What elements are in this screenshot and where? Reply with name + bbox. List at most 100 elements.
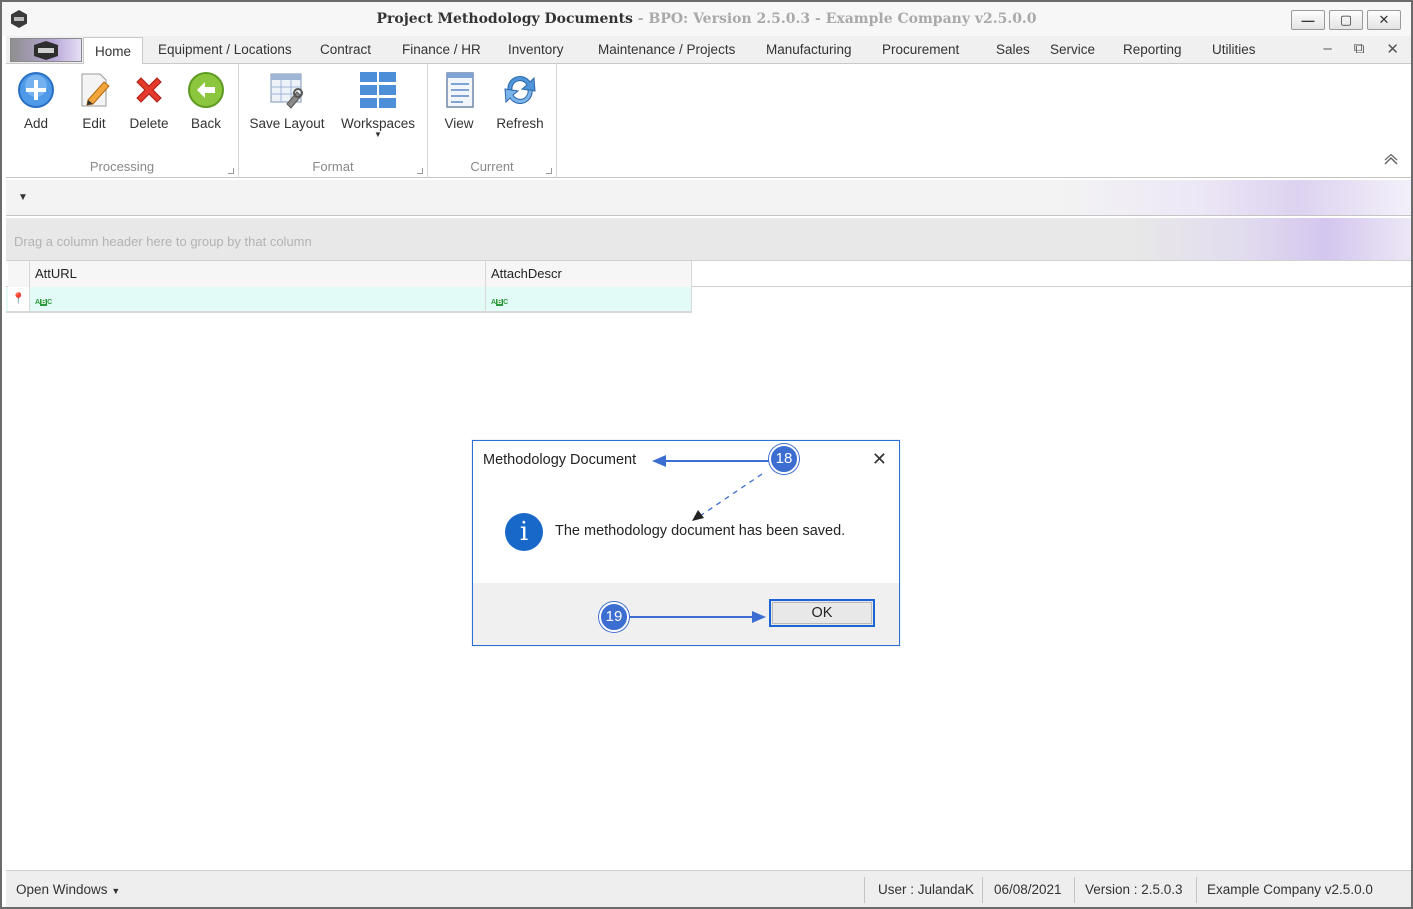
dialog-title: Methodology Document [483, 452, 637, 468]
mdi-restore-icon[interactable]: ⧉ [1354, 40, 1365, 58]
status-separator [864, 877, 865, 903]
group-by-hint: Drag a column header here to group by th… [14, 234, 312, 249]
dialog-message: The methodology document has been saved. [555, 523, 846, 539]
status-user: User : JulandaK [878, 882, 975, 897]
tab-reporting[interactable]: Reporting [1123, 42, 1182, 57]
workspaces-dropdown-icon: ▼ [374, 130, 382, 139]
status-version: Version : 2.5.0.3 [1085, 882, 1183, 897]
minimize-button[interactable]: — [1291, 10, 1325, 30]
view-label: View [444, 116, 474, 131]
mdi-close-icon[interactable]: ✕ [1386, 40, 1399, 58]
attachdescr-filter-cell[interactable]: ABC [486, 287, 692, 311]
tab-sales[interactable]: Sales [996, 42, 1030, 57]
workspaces-button[interactable]: Workspaces ▼ [337, 70, 419, 139]
close-button[interactable]: ✕ [1367, 10, 1401, 30]
title-bar: Project Methodology Documents - BPO: Ver… [2, 2, 1411, 36]
message-dialog: Methodology Document ✕ i The methodology… [472, 440, 900, 646]
dialog-close-icon[interactable]: ✕ [872, 449, 887, 470]
column-header-attachdescr[interactable]: AttachDescr [486, 261, 692, 287]
delete-icon [136, 77, 162, 103]
workspaces-label: Workspaces [340, 116, 416, 131]
ok-button[interactable]: OK [769, 599, 875, 627]
delete-button[interactable]: Delete [126, 70, 172, 131]
tab-contract[interactable]: Contract [320, 42, 371, 57]
edit-label: Edit [82, 116, 106, 131]
add-icon [18, 72, 54, 108]
add-label: Add [23, 116, 49, 131]
column-header-atturl[interactable]: AttURL [30, 261, 486, 287]
ribbon-group-current: View Refresh Current [428, 64, 557, 178]
status-separator [1196, 877, 1197, 903]
tab-utilities[interactable]: Utilities [1212, 42, 1256, 57]
text-filter-icon: ABC [491, 299, 509, 306]
view-document-icon [446, 72, 474, 108]
tab-equipment-locations[interactable]: Equipment / Locations [158, 42, 292, 57]
back-arrow-icon [188, 72, 224, 108]
app-menu-logo-icon [34, 41, 58, 60]
callout-18: 18 [769, 444, 799, 474]
refresh-button[interactable]: Refresh [492, 70, 548, 131]
ribbon-group-processing: Add Edit Delete Back Processing [6, 64, 239, 178]
status-separator [982, 877, 983, 903]
filter-strip: ▼ [6, 180, 1411, 216]
ribbon-tabs: Home Equipment / Locations Contract Fina… [6, 36, 1411, 65]
status-bar: Open Windows ▼ User : JulandaK 06/08/202… [6, 870, 1411, 907]
back-label: Back [190, 116, 221, 131]
grid-header: AttURL AttachDescr [6, 261, 1411, 287]
filter-row-pin-icon: 📍 [8, 287, 30, 311]
refresh-label: Refresh [496, 116, 544, 131]
open-windows-button[interactable]: Open Windows ▼ [16, 882, 120, 897]
edit-button[interactable]: Edit [72, 70, 116, 131]
add-button[interactable]: Add [14, 70, 58, 131]
back-button[interactable]: Back [184, 70, 228, 131]
delete-label: Delete [129, 116, 169, 131]
current-launcher-icon[interactable] [546, 168, 552, 174]
window-title-main: Project Methodology Documents [376, 11, 633, 27]
grid-row-indicator-header [8, 261, 30, 287]
status-separator [1074, 877, 1075, 903]
tab-finance-hr[interactable]: Finance / HR [402, 42, 481, 57]
open-windows-dropdown-icon: ▼ [111, 886, 121, 896]
tab-manufacturing[interactable]: Manufacturing [766, 42, 852, 57]
tab-maintenance-projects[interactable]: Maintenance / Projects [598, 42, 735, 57]
edit-icon [81, 73, 110, 107]
save-layout-label: Save Layout [249, 116, 325, 131]
maximize-icon: ▢ [1339, 12, 1353, 27]
tab-home[interactable]: Home [83, 37, 144, 65]
save-layout-icon [270, 73, 303, 109]
callout-19: 19 [599, 602, 629, 632]
window-controls: — ▢ ✕ [1291, 10, 1401, 30]
processing-launcher-icon[interactable] [228, 168, 234, 174]
refresh-icon [504, 76, 536, 104]
filter-dropdown-icon[interactable]: ▼ [18, 192, 28, 203]
dialog-footer: OK [473, 583, 899, 645]
application-menu-button[interactable] [10, 38, 82, 62]
window-title: Project Methodology Documents - BPO: Ver… [2, 11, 1411, 27]
close-icon: ✕ [1378, 12, 1390, 27]
format-launcher-icon[interactable] [417, 168, 423, 174]
ribbon-collapse-icon[interactable] [1383, 153, 1399, 169]
save-layout-button[interactable]: Save Layout [247, 70, 327, 131]
status-date: 06/08/2021 [994, 882, 1062, 897]
mdi-minimize-icon[interactable]: – [1323, 40, 1331, 58]
status-company: Example Company v2.5.0.0 [1207, 882, 1373, 897]
atturl-filter-cell[interactable]: ABC [30, 287, 486, 311]
info-icon: i [505, 513, 543, 551]
processing-group-label: Processing [89, 159, 155, 174]
group-by-panel[interactable]: Drag a column header here to group by th… [6, 218, 1411, 261]
grid-auto-filter-row: 📍 ABC ABC [6, 287, 692, 313]
text-filter-icon: ABC [35, 299, 53, 306]
mdi-controls: – ⧉ ✕ [1323, 40, 1399, 58]
minimize-icon: — [1301, 12, 1315, 28]
tab-service[interactable]: Service [1050, 42, 1095, 57]
open-windows-label: Open Windows [16, 882, 108, 897]
ribbon: Add Edit Delete Back Processing Save Lay… [6, 64, 1411, 178]
ribbon-group-format: Save Layout Workspaces ▼ Format [239, 64, 428, 178]
window-title-sub: - BPO: Version 2.5.0.3 - Example Company… [632, 11, 1037, 27]
workspaces-icon [360, 72, 396, 108]
tab-procurement[interactable]: Procurement [882, 42, 959, 57]
tab-inventory[interactable]: Inventory [508, 42, 564, 57]
current-group-label: Current [470, 159, 514, 174]
maximize-button[interactable]: ▢ [1329, 10, 1363, 30]
view-button[interactable]: View [438, 70, 480, 131]
